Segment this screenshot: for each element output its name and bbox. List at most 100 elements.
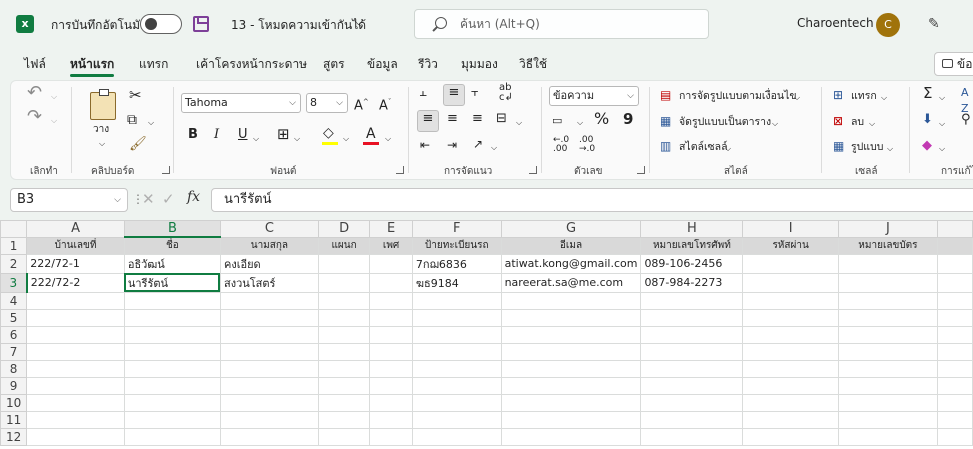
cell[interactable] bbox=[411, 291, 502, 310]
designer-pen-icon[interactable]: ✎ bbox=[928, 16, 944, 32]
tab-home[interactable]: หน้าแรก bbox=[70, 55, 115, 77]
cell[interactable] bbox=[742, 393, 839, 412]
cell[interactable]: ป้ายทะเบียนรถ bbox=[411, 236, 502, 255]
cell[interactable] bbox=[411, 308, 502, 327]
cell[interactable] bbox=[26, 291, 125, 310]
cell[interactable] bbox=[369, 410, 413, 429]
cell[interactable] bbox=[837, 342, 938, 361]
row-header[interactable]: 3 bbox=[0, 272, 28, 293]
fill-down-icon[interactable]: ⬇ bbox=[922, 112, 933, 128]
cell[interactable] bbox=[317, 308, 371, 327]
cell[interactable] bbox=[369, 427, 413, 446]
align-center-icon[interactable]: ≡ bbox=[447, 111, 458, 127]
alignment-launcher-icon[interactable] bbox=[529, 166, 537, 174]
chevron-down-icon[interactable]: ⌵ bbox=[354, 14, 363, 29]
format-cells-icon[interactable]: ▦ bbox=[833, 138, 844, 154]
cell[interactable] bbox=[317, 342, 371, 361]
cell[interactable] bbox=[219, 427, 319, 446]
cell[interactable] bbox=[369, 272, 413, 293]
clipboard-launcher-icon[interactable] bbox=[162, 166, 170, 174]
tab-data[interactable]: ข้อมูล bbox=[367, 55, 398, 74]
cell[interactable] bbox=[317, 427, 371, 446]
align-left-icon[interactable]: ≡ bbox=[417, 110, 439, 132]
cell[interactable] bbox=[936, 342, 973, 361]
align-middle-icon[interactable]: ≡ bbox=[443, 84, 465, 106]
insert-chevron-icon[interactable]: ⌵ bbox=[881, 90, 887, 106]
cell[interactable] bbox=[26, 342, 125, 361]
document-title[interactable]: 13 - โหมดความเข้ากันได้ bbox=[231, 16, 366, 35]
cell[interactable] bbox=[317, 376, 371, 395]
decrease-decimal-icon[interactable]: .00 →.0 bbox=[579, 136, 595, 154]
cell[interactable] bbox=[123, 359, 221, 378]
cell[interactable] bbox=[369, 376, 413, 395]
cell[interactable]: 222/72-1 bbox=[26, 253, 125, 274]
tab-review[interactable]: รีวิว bbox=[418, 55, 438, 74]
row-header[interactable]: 6 bbox=[0, 325, 28, 344]
cell[interactable] bbox=[26, 427, 125, 446]
autosum-icon[interactable]: Σ bbox=[923, 85, 932, 101]
delete-cells-icon[interactable]: ⊠ bbox=[833, 113, 843, 129]
font-size-select[interactable]: 8 ⌵ bbox=[306, 93, 348, 113]
bold-button[interactable]: B bbox=[188, 127, 198, 143]
cell[interactable] bbox=[837, 410, 938, 429]
cell[interactable] bbox=[742, 308, 839, 327]
increase-decimal-icon[interactable]: ←.0.00 bbox=[553, 136, 569, 154]
cell[interactable]: 222/72-2 bbox=[26, 272, 125, 293]
cell[interactable] bbox=[837, 376, 938, 395]
delete-cells-button[interactable]: ลบ bbox=[851, 114, 864, 130]
cell[interactable] bbox=[317, 253, 371, 274]
cell[interactable] bbox=[219, 342, 319, 361]
column-header-j[interactable]: J bbox=[837, 220, 938, 238]
cell[interactable] bbox=[936, 272, 973, 293]
paste-chevron-icon[interactable]: ⌵ bbox=[99, 136, 105, 152]
cell[interactable] bbox=[837, 253, 938, 274]
tab-file[interactable]: ไฟล์ bbox=[24, 55, 46, 74]
align-bottom-icon[interactable]: ⫟ bbox=[471, 85, 479, 101]
cell[interactable]: ชื่อ bbox=[123, 236, 221, 255]
cell-styles-button[interactable]: สไตล์เซลล์ bbox=[679, 139, 728, 155]
currency-chevron-icon[interactable]: ⌵ bbox=[577, 115, 583, 131]
fill-color-icon[interactable]: ◇ bbox=[323, 125, 334, 141]
cell[interactable] bbox=[411, 359, 502, 378]
cell[interactable] bbox=[640, 342, 744, 361]
merge-center-icon[interactable]: ⊟ bbox=[496, 111, 507, 127]
cell[interactable] bbox=[742, 325, 839, 344]
cell[interactable] bbox=[26, 376, 125, 395]
percent-button[interactable]: % bbox=[594, 111, 609, 127]
grow-font-icon[interactable]: A^ bbox=[354, 94, 369, 114]
font-color-chevron-icon[interactable]: ⌵ bbox=[385, 131, 391, 147]
format-painter-icon[interactable]: 🖌 bbox=[129, 136, 147, 152]
redo-icon[interactable]: ↷ bbox=[27, 108, 42, 126]
formula-input[interactable]: นารีรัตน์ bbox=[211, 188, 973, 212]
cell[interactable] bbox=[219, 291, 319, 310]
fill-chevron-icon[interactable]: ⌵ bbox=[343, 131, 349, 147]
cell[interactable] bbox=[837, 325, 938, 344]
font-color-icon[interactable]: A bbox=[366, 126, 376, 142]
cell[interactable] bbox=[640, 291, 744, 310]
delete-chevron-icon[interactable]: ⌵ bbox=[869, 116, 875, 132]
column-header-i[interactable]: I bbox=[742, 220, 839, 238]
tab-view[interactable]: มุมมอง bbox=[461, 55, 498, 74]
search-input[interactable] bbox=[460, 16, 660, 32]
underline-chevron-icon[interactable]: ⌵ bbox=[253, 131, 259, 147]
cell[interactable] bbox=[411, 410, 502, 429]
italic-button[interactable]: I bbox=[214, 127, 219, 143]
column-header-c[interactable]: C bbox=[219, 220, 319, 238]
cell[interactable] bbox=[837, 272, 938, 293]
cell[interactable] bbox=[640, 427, 744, 446]
cell[interactable] bbox=[317, 272, 371, 293]
cell[interactable] bbox=[26, 325, 125, 344]
number-format-select[interactable]: ข้อความ ⌵ bbox=[549, 86, 639, 106]
cell[interactable] bbox=[936, 291, 973, 310]
name-box[interactable]: B3 ⌵ bbox=[10, 188, 128, 212]
cell[interactable] bbox=[500, 410, 642, 429]
cell[interactable] bbox=[317, 291, 371, 310]
format-cells-button[interactable]: รูปแบบ bbox=[851, 139, 883, 155]
cell[interactable] bbox=[837, 359, 938, 378]
cell[interactable] bbox=[123, 342, 221, 361]
cell[interactable]: nareerat.sa@me.com bbox=[500, 272, 642, 293]
cell[interactable] bbox=[317, 359, 371, 378]
undo-chevron-icon[interactable]: ⌵ bbox=[51, 89, 57, 105]
cell[interactable] bbox=[742, 272, 839, 293]
paste-icon[interactable] bbox=[90, 89, 116, 120]
